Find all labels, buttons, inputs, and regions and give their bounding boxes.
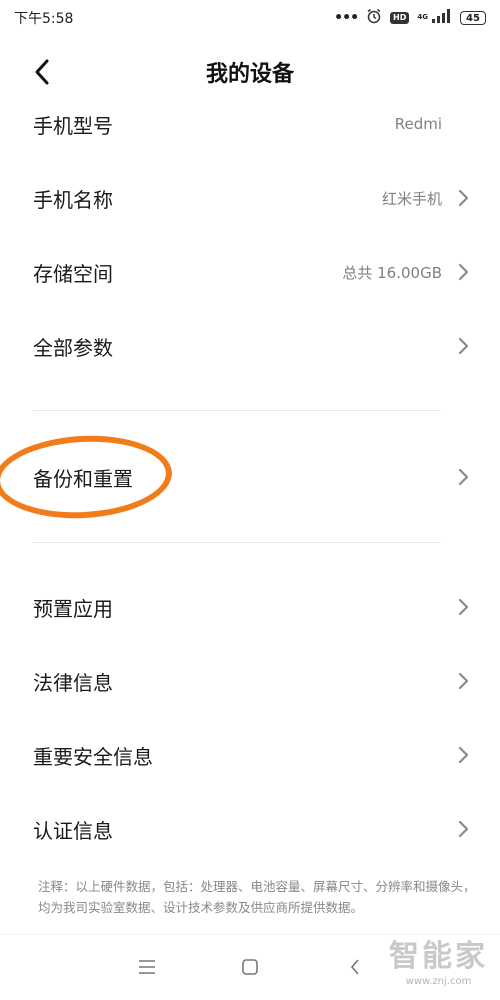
- page-title: 我的设备: [205, 62, 294, 87]
- chevron-right-icon: [456, 468, 470, 486]
- watermark-url: www.znj.com: [405, 976, 472, 987]
- row-all-specs[interactable]: 全部参数: [0, 316, 500, 376]
- row-value: 总共 16.00GB: [342, 263, 442, 282]
- row-label: 存储空间: [33, 261, 113, 286]
- row-label: 全部参数: [33, 335, 113, 360]
- row-phone-model: 手机型号 Redmi: [0, 94, 500, 154]
- navbar-divider: [0, 934, 500, 935]
- signal-icon: [430, 9, 452, 27]
- chevron-left-icon: [35, 59, 49, 85]
- row-label: 重要安全信息: [33, 744, 153, 769]
- chevron-right-icon: [456, 746, 470, 764]
- row-phone-name[interactable]: 手机名称 红米手机: [0, 168, 500, 228]
- status-bar: 下午5:58 ••• HD 4G 45: [0, 0, 500, 36]
- section-divider: [33, 542, 441, 543]
- row-safety-info[interactable]: 重要安全信息: [0, 725, 500, 785]
- back-button[interactable]: [26, 56, 58, 88]
- chevron-right-icon: [456, 263, 470, 281]
- home-icon: [242, 959, 258, 975]
- watermark-logo: 智能家 www.znj.com: [389, 938, 488, 988]
- row-storage[interactable]: 存储空间 总共 16.00GB: [0, 242, 500, 302]
- menu-button[interactable]: [134, 954, 160, 980]
- row-label: 预置应用: [33, 596, 113, 621]
- home-button[interactable]: [237, 954, 263, 980]
- menu-icon: [139, 960, 155, 974]
- chevron-right-icon: [456, 598, 470, 616]
- alarm-icon: [366, 8, 382, 28]
- section-divider: [33, 410, 441, 411]
- row-value: Redmi: [394, 115, 442, 133]
- status-time: 下午5:58: [14, 11, 74, 27]
- status-icons: ••• HD 4G 45: [334, 8, 486, 28]
- row-label: 法律信息: [33, 670, 113, 695]
- chevron-right-icon: [456, 189, 470, 207]
- nav-back-button[interactable]: [342, 954, 368, 980]
- hd-icon: HD: [390, 12, 410, 24]
- row-certification-info[interactable]: 认证信息: [0, 799, 500, 859]
- back-icon: [350, 959, 359, 975]
- chevron-right-icon: [456, 337, 470, 355]
- row-value: 红米手机: [381, 189, 442, 208]
- row-label: 认证信息: [33, 818, 113, 843]
- row-label: 备份和重置: [33, 466, 133, 491]
- chevron-right-icon: [456, 672, 470, 690]
- hardware-footnote: 注释：以上硬件数据，包括：处理器、电池容量、屏幕尺寸、分辨率和摄像头，均为我司实…: [38, 879, 476, 915]
- watermark-text: 智能家: [389, 939, 488, 974]
- network-type-label: 4G: [417, 13, 428, 21]
- row-legal-info[interactable]: 法律信息: [0, 651, 500, 711]
- battery-icon: 45: [460, 11, 486, 25]
- page-header: 我的设备: [0, 44, 500, 100]
- chevron-right-icon: [456, 820, 470, 838]
- row-preinstalled-apps[interactable]: 预置应用: [0, 577, 500, 637]
- row-label: 手机名称: [33, 187, 113, 212]
- row-label: 手机型号: [33, 113, 113, 138]
- row-backup-reset[interactable]: 备份和重置: [0, 447, 500, 507]
- more-notifications-icon: •••: [334, 10, 359, 26]
